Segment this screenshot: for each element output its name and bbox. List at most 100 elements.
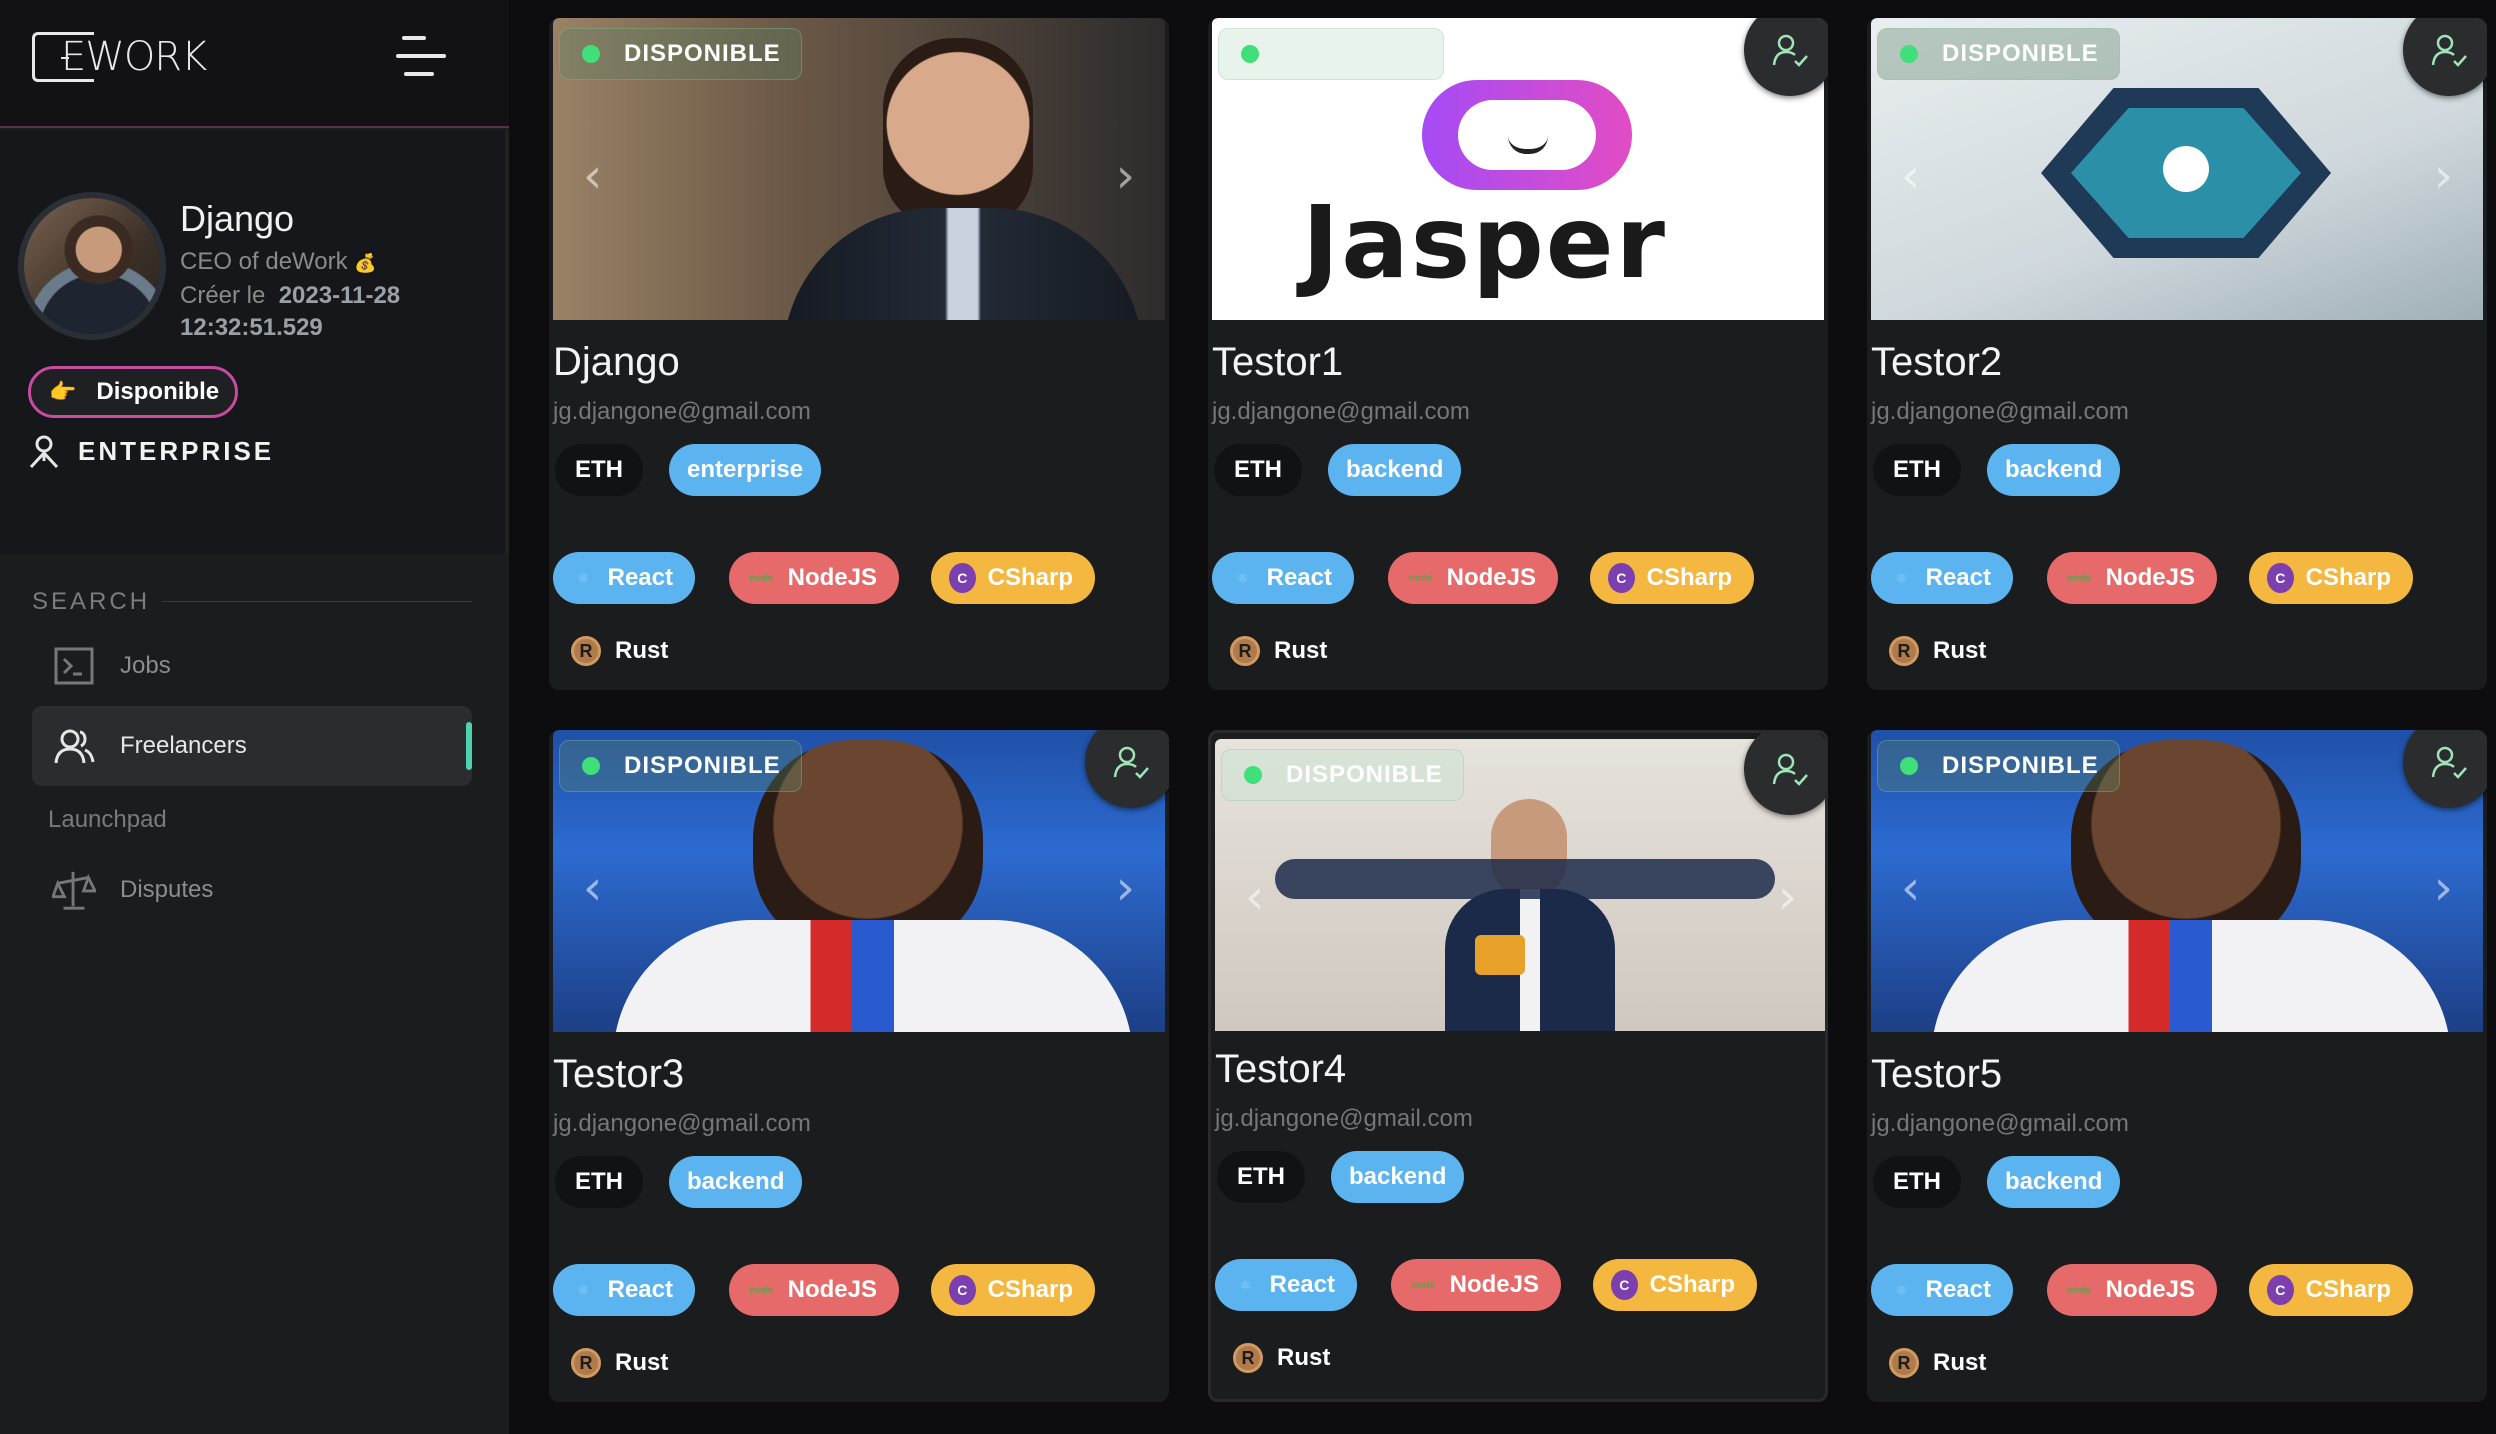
carousel-next-icon[interactable]: ›	[2434, 860, 2453, 916]
profile-created: Créer le 2023-11-28 12:32:51.529	[180, 282, 401, 341]
skill-react: ⚛ React	[1215, 1259, 1357, 1311]
skill-nodejs: node NodeJS	[729, 552, 899, 604]
role-tag: enterprise	[669, 444, 822, 496]
freelancer-card[interactable]: ‹ › DISPONIBLE Testor4 jg.djangone@gmail…	[1208, 730, 1828, 1402]
carousel-next-icon[interactable]: ›	[2434, 148, 2453, 204]
nav-freelancers[interactable]: Freelancers	[32, 706, 472, 786]
carousel-next-icon[interactable]: ›	[1778, 869, 1797, 925]
money-bag-icon: 💰	[354, 253, 377, 273]
logo-mark	[32, 32, 94, 82]
csharp-icon: C	[949, 563, 976, 593]
csharp-icon: C	[1608, 563, 1635, 593]
nodejs-icon: node	[749, 572, 774, 584]
skill-csharp: C CSharp	[2249, 1264, 2413, 1316]
skill-nodejs: node NodeJS	[2047, 1264, 2217, 1316]
menu-toggle-icon[interactable]	[396, 34, 450, 80]
carousel-prev-icon[interactable]: ‹	[1245, 869, 1264, 925]
currency-tag: ETH	[555, 1156, 643, 1208]
react-icon: ⚛	[1895, 1281, 1908, 1298]
carousel-prev-icon[interactable]: ‹	[1901, 148, 1920, 204]
pointing-hand-icon: 👉	[49, 379, 77, 404]
card-name: Django	[553, 340, 680, 384]
carousel-next-icon[interactable]: ›	[1116, 860, 1135, 916]
nodejs-icon: node	[1408, 572, 1433, 584]
csharp-icon: C	[2267, 1275, 2294, 1305]
csharp-icon: C	[949, 1275, 976, 1305]
availability-status-button[interactable]: 👉 Disponible	[28, 366, 238, 418]
card-email: jg.djangone@gmail.com	[1871, 1110, 2129, 1137]
carousel-prev-icon[interactable]: ‹	[583, 860, 602, 916]
skill-csharp: C CSharp	[1593, 1259, 1757, 1311]
skill-react: ⚛ React	[553, 552, 695, 604]
scales-icon	[52, 868, 96, 912]
terminal-icon	[52, 644, 96, 688]
carousel-prev-icon[interactable]: ‹	[583, 148, 602, 204]
availability-badge	[1218, 28, 1444, 80]
skill-rust: R Rust	[1889, 1348, 1986, 1378]
availability-badge: DISPONIBLE	[1221, 749, 1464, 801]
availability-badge: DISPONIBLE	[1877, 740, 2120, 792]
currency-tag: ETH	[1217, 1151, 1305, 1203]
rust-icon: R	[1889, 636, 1919, 666]
availability-badge: DISPONIBLE	[559, 740, 802, 792]
rust-icon: R	[1230, 636, 1260, 666]
freelancer-card[interactable]: Jasper Testor1 jg.djangone@gmail.com ETH…	[1208, 18, 1828, 690]
nav-launchpad[interactable]: Launchpad	[48, 806, 167, 834]
freelancer-card[interactable]: ‹ › DISPONIBLE Testor3 jg.djangone@gmail…	[549, 730, 1169, 1402]
freelancer-card[interactable]: ‹ › DISPONIBLE Testor5 jg.djangone@gmail…	[1867, 730, 2487, 1402]
card-email: jg.djangone@gmail.com	[553, 1110, 811, 1137]
skill-react: ⚛ React	[1871, 1264, 2013, 1316]
skill-csharp: C CSharp	[931, 1264, 1095, 1316]
freelancer-card[interactable]: ‹ › DISPONIBLE Django jg.djangone@gmail.…	[549, 18, 1169, 690]
skill-nodejs: node NodeJS	[1391, 1259, 1561, 1311]
currency-tag: ETH	[1214, 444, 1302, 496]
currency-tag: ETH	[1873, 444, 1961, 496]
person-icon	[29, 435, 59, 468]
nodejs-icon: node	[749, 1284, 774, 1296]
skill-rust: R Rust	[571, 1348, 668, 1378]
role-tag: backend	[1987, 444, 2121, 496]
image-caption: Jasper	[1302, 184, 1667, 301]
nav-jobs[interactable]: Jobs	[32, 626, 472, 706]
skill-csharp: C CSharp	[931, 552, 1095, 604]
rust-icon: R	[1233, 1343, 1263, 1373]
skill-react: ⚛ React	[1871, 552, 2013, 604]
card-image: ‹ › DISPONIBLE	[553, 18, 1165, 320]
carousel-prev-icon[interactable]: ‹	[1901, 860, 1920, 916]
freelancer-card[interactable]: ‹ › DISPONIBLE Testor2 jg.djangone@gmail…	[1867, 18, 2487, 690]
status-dot-icon	[1241, 45, 1259, 63]
csharp-icon: C	[1611, 1270, 1638, 1300]
role-tag: backend	[1328, 444, 1462, 496]
card-image: ‹ › DISPONIBLE	[553, 730, 1165, 1032]
skill-rust: R Rust	[1230, 636, 1327, 666]
skill-nodejs: node NodeJS	[2047, 552, 2217, 604]
currency-tag: ETH	[1873, 1156, 1961, 1208]
card-name: Testor2	[1871, 340, 2003, 384]
nodejs-icon: node	[1411, 1279, 1436, 1291]
profile-role: CEO of deWork 💰	[180, 248, 377, 275]
divider	[162, 601, 472, 602]
card-image: ‹ › DISPONIBLE	[1215, 739, 1825, 1031]
dework-logo[interactable]: EWORK	[32, 32, 207, 82]
nav-disputes[interactable]: Disputes	[32, 850, 472, 930]
card-name: Testor5	[1871, 1052, 2003, 1096]
react-icon: ⚛	[577, 1281, 590, 1298]
account-type: ENTERPRISE	[28, 434, 274, 468]
rust-icon: R	[571, 636, 601, 666]
csharp-icon: C	[2267, 563, 2294, 593]
skill-react: ⚛ React	[553, 1264, 695, 1316]
skill-react: ⚛ React	[1212, 552, 1354, 604]
users-icon	[52, 724, 96, 768]
sidebar: EWORK Django CEO of deWork 💰 Créer le 20…	[0, 0, 509, 1434]
currency-tag: ETH	[555, 444, 643, 496]
status-dot-icon	[582, 45, 600, 63]
card-email: jg.djangone@gmail.com	[1215, 1105, 1473, 1132]
sidebar-header: EWORK	[0, 0, 509, 128]
carousel-next-icon[interactable]: ›	[1116, 148, 1135, 204]
availability-badge: DISPONIBLE	[1877, 28, 2120, 80]
card-image: ‹ › DISPONIBLE	[1871, 18, 2483, 320]
profile-panel: Django CEO of deWork 💰 Créer le 2023-11-…	[0, 130, 509, 554]
card-email: jg.djangone@gmail.com	[1212, 398, 1470, 425]
skill-csharp: C CSharp	[1590, 552, 1754, 604]
avatar[interactable]	[18, 192, 166, 340]
